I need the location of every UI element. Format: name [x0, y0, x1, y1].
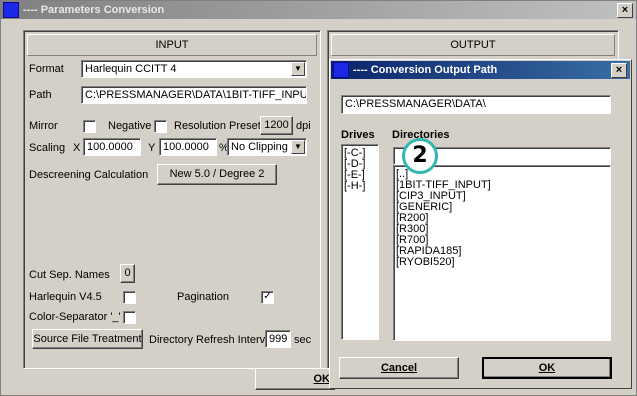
step-number-badge: 2	[402, 138, 438, 174]
source-file-treatment-button[interactable]: Source File Treatment	[32, 329, 143, 349]
format-dropdown-arrow-icon[interactable]: ▼	[291, 62, 305, 76]
scaling-label: Scaling	[29, 142, 66, 154]
dialog-cancel-label: Cancel	[380, 362, 418, 374]
directory-refresh-label: Directory Refresh Interv.	[149, 334, 268, 346]
negative-label: Negative	[108, 120, 152, 132]
dialog-ok-label: OK	[538, 362, 556, 374]
dialog-cancel-button[interactable]: Cancel	[339, 357, 459, 379]
resolution-preset-label: Resolution Preset	[174, 120, 261, 132]
main-title-bar: ---- Parameters Conversion ×	[1, 1, 636, 19]
scaling-y-input[interactable]: 100.0000	[159, 138, 217, 156]
harlequin-checkbox[interactable]	[123, 291, 136, 304]
main-close-button[interactable]: ×	[617, 3, 633, 18]
main-ok-button[interactable]: OK	[255, 368, 335, 390]
format-select-value: Harlequin CCITT 4	[85, 63, 177, 75]
color-separator-label: Color-Separator '_'	[29, 311, 121, 323]
path-input[interactable]: C:\PRESSMANAGER\DATA\1BIT-TIFF_INPU	[81, 86, 307, 104]
dialog-title: ---- Conversion Output Path	[353, 64, 498, 76]
resolution-preset-button[interactable]: 1200	[260, 116, 293, 135]
dialog-app-icon	[333, 62, 349, 78]
directory-item[interactable]: [RYOBI520]	[396, 257, 608, 268]
drive-item[interactable]: [-H-]	[344, 181, 376, 192]
main-window-title: ---- Parameters Conversion	[23, 4, 165, 16]
output-panel-header: OUTPUT	[331, 34, 615, 56]
output-path-input[interactable]: C:\PRESSMANAGER\DATA\	[341, 95, 611, 114]
dialog-close-button[interactable]: ×	[611, 63, 627, 78]
clipping-select-value: No Clipping	[231, 141, 288, 153]
dialog-title-bar: ---- Conversion Output Path ×	[331, 61, 630, 79]
drives-label: Drives	[341, 129, 375, 141]
pagination-checkbox[interactable]: ✓	[261, 291, 274, 304]
harlequin-label: Harlequin V4.5	[29, 291, 102, 303]
resolution-unit-label: dpi	[296, 120, 311, 132]
format-select[interactable]: Harlequin CCITT 4	[81, 60, 307, 78]
cut-sep-names-button[interactable]: 0	[120, 264, 135, 283]
mirror-label: Mirror	[29, 120, 58, 132]
color-separator-checkbox[interactable]	[123, 311, 136, 324]
path-label: Path	[29, 89, 52, 101]
directory-refresh-unit: sec	[294, 334, 312, 346]
input-panel-header: INPUT	[27, 34, 317, 56]
descreening-label: Descreening Calculation	[29, 169, 149, 181]
scaling-x-input[interactable]: 100.0000	[83, 138, 141, 156]
scaling-x-label: X	[73, 142, 81, 154]
descreening-button[interactable]: New 5.0 / Degree 2	[157, 164, 277, 185]
conversion-output-path-dialog: ---- Conversion Output Path × C:\PRESSMA…	[329, 59, 632, 389]
scaling-y-label: Y	[148, 142, 156, 154]
mirror-checkbox[interactable]	[83, 120, 96, 133]
drives-list[interactable]: [-C-] [-D-] [-E-] [-H-]	[341, 144, 379, 340]
negative-checkbox[interactable]	[154, 120, 167, 133]
format-label: Format	[29, 63, 64, 75]
directory-refresh-input[interactable]: 999	[265, 330, 291, 348]
cut-sep-names-label: Cut Sep. Names	[29, 269, 110, 281]
directories-list[interactable]: [..] [1BIT-TIFF_INPUT] [CIP3_INPUT] [GEN…	[393, 165, 611, 341]
pagination-label: Pagination	[177, 291, 229, 303]
main-ok-label: OK	[313, 373, 331, 385]
dialog-ok-button[interactable]: OK	[482, 357, 612, 379]
clipping-dropdown-arrow-icon[interactable]: ▼	[291, 140, 305, 154]
window-app-icon	[3, 2, 19, 18]
